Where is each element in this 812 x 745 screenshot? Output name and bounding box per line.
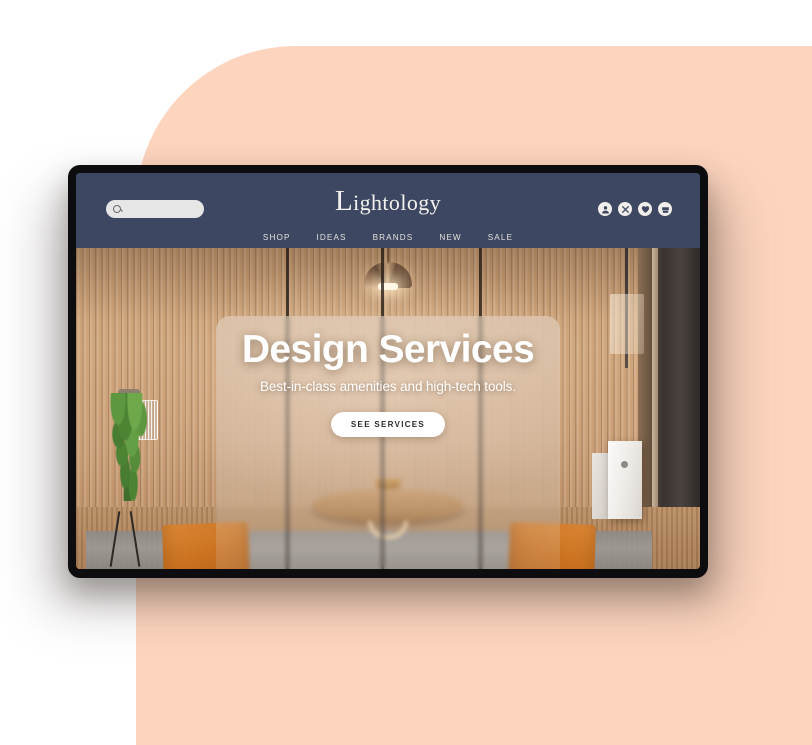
- nav-item-brands[interactable]: BRANDS: [373, 233, 414, 242]
- nav-item-new[interactable]: NEW: [439, 233, 461, 242]
- brand-logo-rest: ightology: [353, 190, 442, 215]
- device-screen: Lightology SHOP IDEAS BRANDS NEW SALE De…: [76, 173, 700, 569]
- tools-icon[interactable]: [618, 202, 632, 216]
- nav-item-sale[interactable]: SALE: [488, 233, 513, 242]
- shopping-cart-icon[interactable]: [658, 202, 672, 216]
- main-nav: SHOP IDEAS BRANDS NEW SALE: [76, 233, 700, 242]
- wishlist-heart-icon[interactable]: [638, 202, 652, 216]
- nav-item-shop[interactable]: SHOP: [263, 233, 291, 242]
- page-title: Design Services: [241, 328, 535, 371]
- header-icon-group: [598, 202, 672, 216]
- account-icon[interactable]: [598, 202, 612, 216]
- marble-pedestal: [608, 441, 642, 519]
- hero-section: Design Services Best-in-class amenities …: [76, 248, 700, 569]
- hero-subtitle: Best-in-class amenities and high-tech to…: [260, 379, 516, 394]
- device-frame: Lightology SHOP IDEAS BRANDS NEW SALE De…: [68, 165, 708, 578]
- plant-stand: [108, 509, 142, 567]
- hero-copy: Design Services Best-in-class amenities …: [76, 330, 700, 437]
- brand-logo-initial: L: [334, 185, 354, 217]
- nav-item-ideas[interactable]: IDEAS: [317, 233, 347, 242]
- see-services-button[interactable]: SEE SERVICES: [330, 412, 446, 437]
- site-header: Lightology SHOP IDEAS BRANDS NEW SALE: [76, 173, 700, 248]
